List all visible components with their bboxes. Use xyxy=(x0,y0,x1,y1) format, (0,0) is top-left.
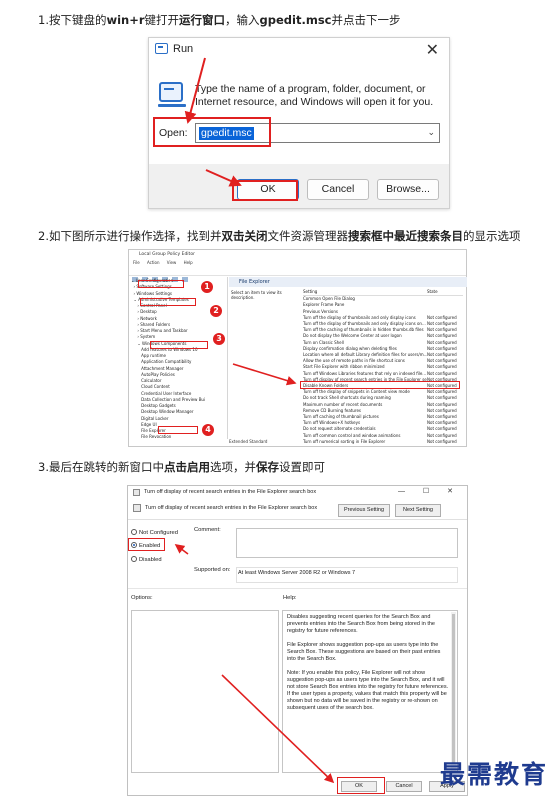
group-policy-editor: Local Group Policy Editor File Action Vi… xyxy=(128,249,467,447)
step3-instruction: 3.最后在跳转的新窗口中点击启用选项，并保存设置即可 xyxy=(38,460,325,474)
policy-header-text: Turn off display of recent search entrie… xyxy=(145,505,318,511)
open-input-value: gpedit.msc xyxy=(199,127,254,140)
badge-step-3: 3 xyxy=(213,333,225,345)
pane-splitter[interactable] xyxy=(227,277,228,439)
policy-dialog: Turn off display of recent search entrie… xyxy=(127,485,468,796)
run-large-icon xyxy=(158,82,186,107)
close-icon[interactable]: ✕ xyxy=(426,40,439,60)
comment-label: Comment: xyxy=(194,527,221,533)
policy-dialog-title: Turn off display of recent search entrie… xyxy=(144,489,317,495)
supported-on-value: At least Windows Server 2008 R2 or Windo… xyxy=(238,570,356,576)
table-row[interactable]: Turn off numerical sorting in File Explo… xyxy=(303,439,463,445)
settings-pane: File Explorer Select an item to view its… xyxy=(229,277,467,444)
options-label: Options: xyxy=(131,595,153,601)
radio-dot-selected[interactable] xyxy=(131,542,137,548)
run-dialog: Run ✕ Type the name of a program, folder… xyxy=(148,37,450,209)
radio-not-configured[interactable]: Not Configured xyxy=(131,529,178,536)
policy-setting-icon xyxy=(133,504,141,512)
settings-table-header: Setting State xyxy=(303,289,463,297)
watermark-logo: 最需教育 xyxy=(440,760,549,789)
open-label: Open: xyxy=(159,127,188,139)
run-titlebar: Run ✕ xyxy=(149,38,449,62)
settings-description: Select an item to view its description. xyxy=(231,290,282,300)
badge-step-2: 2 xyxy=(210,305,222,317)
options-panel xyxy=(131,610,279,773)
run-title: Run xyxy=(173,43,194,55)
policy-tree: ⌄ User Configuration › Software Settings… xyxy=(131,278,225,438)
chevron-down-icon[interactable]: ⌄ xyxy=(427,127,435,138)
settings-table: Setting State Common Open File Dialog Exp… xyxy=(303,289,463,445)
gpe-title: Local Group Policy Editor xyxy=(139,252,195,257)
ok-button[interactable]: OK xyxy=(237,179,299,200)
step1-instruction: 1.按下键盘的win+r键打开运行窗口，输入gpedit.msc并点击下一步 xyxy=(38,13,401,27)
help-paragraph: File Explorer shows suggestion pop-ups a… xyxy=(287,642,441,662)
radio-disabled-label: Disabled xyxy=(139,557,162,563)
gpe-toolbar xyxy=(129,267,466,282)
column-state[interactable]: State xyxy=(427,289,463,295)
radio-enabled-label: Enabled xyxy=(139,543,161,549)
menu-view[interactable]: View xyxy=(167,260,177,265)
menu-file[interactable]: File xyxy=(133,260,140,265)
radio-disabled[interactable]: Disabled xyxy=(131,556,162,563)
help-paragraph: Disables suggesting recent queries for t… xyxy=(287,614,435,634)
badge-step-1: 1 xyxy=(201,281,213,293)
window-controls[interactable]: — ☐ ✕ xyxy=(398,487,461,495)
policy-cancel-button[interactable]: Cancel xyxy=(386,781,422,792)
run-app-icon xyxy=(155,43,168,54)
settings-pane-header: File Explorer xyxy=(229,277,467,287)
next-setting-button[interactable]: Next Setting xyxy=(395,504,441,517)
view-tabs[interactable]: Extended Standard xyxy=(229,439,267,444)
policy-window-icon xyxy=(133,489,140,496)
previous-setting-button[interactable]: Previous Setting xyxy=(338,504,390,517)
step2-instruction: 2.如下图所示进行操作选择，找到并双击关闭文件资源管理器搜索框中最近搜索条目的显… xyxy=(38,229,521,243)
radio-enabled[interactable]: Enabled xyxy=(131,542,160,549)
help-paragraph: Note: If you enable this policy, File Ex… xyxy=(287,670,449,711)
open-input[interactable]: gpedit.msc ⌄ xyxy=(195,123,440,143)
column-setting[interactable]: Setting xyxy=(303,289,427,295)
menu-action[interactable]: Action xyxy=(147,260,160,265)
policy-ok-button[interactable]: OK xyxy=(341,781,377,792)
radio-dot[interactable] xyxy=(131,529,137,535)
setting-name: Turn off numerical sorting in File Explo… xyxy=(303,438,386,444)
supported-on-label: Supported on: xyxy=(194,567,231,573)
gpe-menu: File Action View Help xyxy=(129,259,466,267)
cancel-button[interactable]: Cancel xyxy=(307,179,369,200)
browse-button[interactable]: Browse... xyxy=(377,179,439,200)
help-panel: Disables suggesting recent queries for t… xyxy=(282,610,458,773)
help-scrollbar[interactable] xyxy=(451,612,456,771)
help-label: Help: xyxy=(283,595,297,601)
run-description: Type the name of a program, folder, docu… xyxy=(195,83,434,108)
menu-help[interactable]: Help xyxy=(184,260,193,265)
comment-textarea[interactable] xyxy=(236,528,458,558)
radio-dot[interactable] xyxy=(131,556,137,562)
setting-state: Not configured xyxy=(427,438,457,444)
badge-step-4: 4 xyxy=(202,424,214,436)
radio-not-configured-label: Not Configured xyxy=(139,530,178,536)
divider xyxy=(128,588,467,589)
